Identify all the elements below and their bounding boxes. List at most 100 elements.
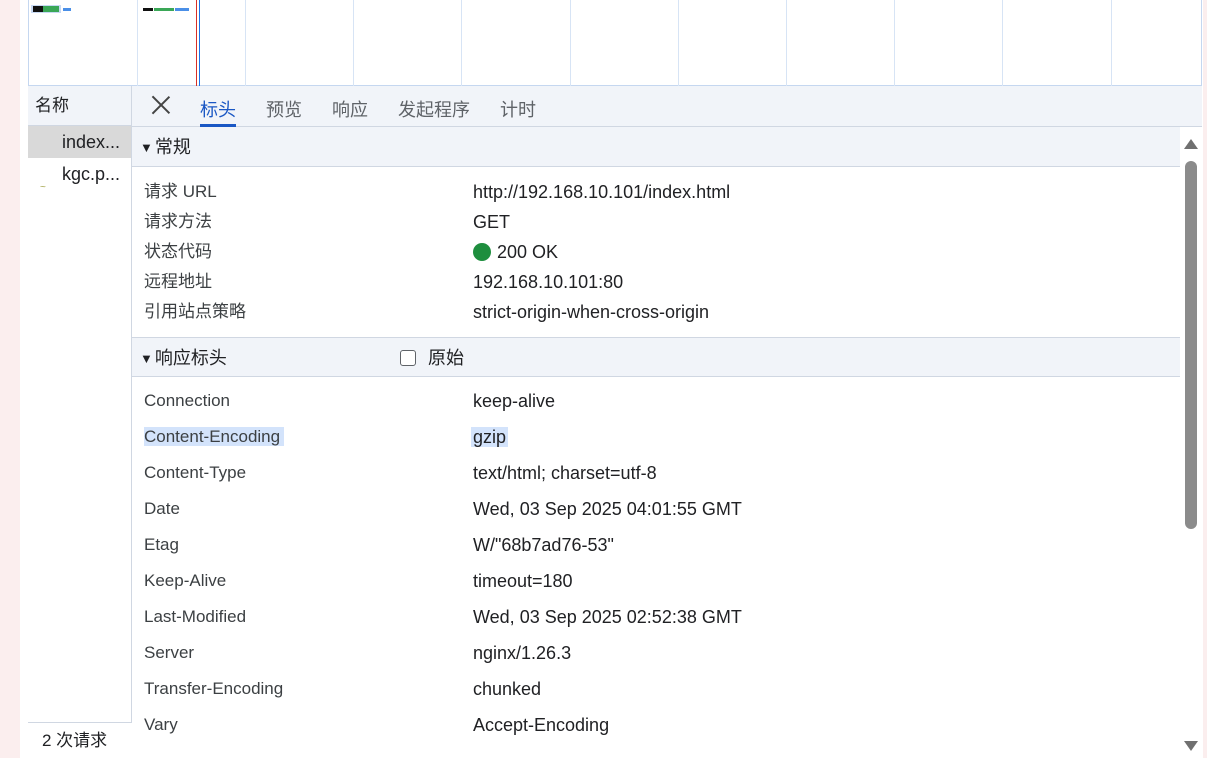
header-key: Vary [144,715,178,734]
header-key: 请求 URL [144,182,217,201]
raw-checkbox[interactable] [400,350,416,366]
timeline-gridline [894,0,895,86]
request-bar-tail [175,8,189,11]
general-section-header[interactable]: ▼ 常规 [132,127,1180,167]
general-row: 请求 URL http://192.168.10.101/index.html [132,177,1180,207]
header-value: http://192.168.10.101/index.html [473,182,731,202]
response-header-row: Connection keep-alive [132,383,1180,419]
header-value: timeout=180 [473,571,573,591]
arrow-up-icon[interactable] [1184,139,1198,149]
highlighted-key: Content-Encoding [144,427,285,446]
timeline-gridline [353,0,354,86]
window-edge-left [0,0,20,758]
response-header-row: Date Wed, 03 Sep 2025 04:01:55 GMT [132,491,1180,527]
response-header-row: Transfer-Encoding chunked [132,671,1180,707]
header-key: Content-Type [144,463,247,482]
network-overview-timeline[interactable] [28,0,1202,86]
triangle-down-icon: ▼ [140,140,153,155]
request-name: kgc.p... [62,164,121,184]
header-key: Last-Modified [144,607,247,626]
header-key: 状态代码 [144,242,212,261]
load-event-marker [196,0,197,86]
header-key: Server [144,643,195,662]
timeline-gridline [137,0,138,86]
header-value: strict-origin-when-cross-origin [473,302,710,322]
triangle-down-icon: ▼ [140,351,153,366]
timeline-gridline [570,0,571,86]
timeline-gridline [461,0,462,86]
response-header-row: Content-Type text/html; charset=utf-8 [132,455,1180,491]
general-rows: 请求 URL http://192.168.10.101/index.html … [132,167,1180,337]
general-row: 引用站点策略 strict-origin-when-cross-origin [132,297,1180,327]
header-key: 引用站点策略 [144,302,246,321]
raw-toggle[interactable]: 原始 [400,338,464,378]
header-value: 192.168.10.101:80 [473,272,624,292]
header-key: Keep-Alive [144,571,227,590]
response-header-row: Last-Modified Wed, 03 Sep 2025 02:52:38 … [132,599,1180,635]
timeline-gridline [1111,0,1112,86]
timeline-gridline [1002,0,1003,86]
header-key: 请求方法 [144,212,212,231]
response-header-row: Content-Encoding gzip [132,419,1180,455]
section-title: 常规 [154,137,191,157]
request-count-status: 2 次请求 [28,722,132,758]
header-value: nginx/1.26.3 [473,643,572,663]
request-item-index[interactable]: index... [28,126,131,158]
header-key: Etag [144,535,179,554]
raw-label: 原始 [428,348,464,368]
status-ok-icon [473,243,491,261]
domcontentloaded-marker [199,0,200,86]
scrollbar-thumb[interactable] [1185,161,1197,529]
tab-initiator[interactable]: 发起程序 [398,86,470,127]
headers-content: ▼ 常规 请求 URL http://192.168.10.101/index.h… [132,127,1180,758]
vertical-scrollbar[interactable] [1180,127,1202,758]
request-bar-tail [63,8,71,11]
close-icon[interactable] [148,92,174,118]
request-bar-waiting [33,6,43,12]
header-key: Transfer-Encoding [144,679,284,698]
response-header-row: Etag W/"68b7ad76-53" [132,527,1180,563]
general-row: 远程地址 192.168.10.101:80 [132,267,1180,297]
header-value: W/"68b7ad76-53" [473,535,614,555]
header-value: 200 OK [473,237,558,267]
response-header-row: Server nginx/1.26.3 [132,635,1180,671]
timeline-gridline [245,0,246,86]
header-value: Accept-Encoding [473,715,610,735]
header-value: Wed, 03 Sep 2025 02:52:38 GMT [473,607,742,627]
request-detail-panel: 标头 预览 响应 发起程序 计时 ▼ 常规 请求 URL http://192.1… [132,86,1202,758]
tab-preview[interactable]: 预览 [266,86,302,127]
header-key: 远程地址 [144,272,212,291]
response-header-row: Vary Accept-Encoding [132,707,1180,743]
general-row: 请求方法 GET [132,207,1180,237]
request-list: 名称 index... ~ kgc.p... 2 次请求 [28,86,132,758]
image-file-icon: ~ [40,182,46,190]
tab-headers[interactable]: 标头 [200,86,236,127]
header-key: Content-Encoding [144,419,285,455]
request-bar-download [154,8,174,11]
header-value: gzip [471,419,509,455]
timeline-gridline [678,0,679,86]
section-title: 响应标头 [154,348,227,368]
response-header-rows: Connection keep-alive Content-Encoding g… [132,377,1180,743]
request-item-kgc[interactable]: ~ kgc.p... [28,158,131,190]
request-bar-download [43,6,59,12]
highlighted-value: gzip [471,427,509,447]
request-bar-waiting [143,8,153,11]
header-value: Wed, 03 Sep 2025 04:01:55 GMT [473,499,742,519]
status-text: 200 OK [497,242,559,262]
header-value: keep-alive [473,391,556,411]
tab-timing[interactable]: 计时 [500,86,536,127]
arrow-down-icon[interactable] [1184,741,1198,751]
name-column-header[interactable]: 名称 [28,86,131,126]
header-value: chunked [473,679,542,699]
header-value: GET [473,212,511,232]
header-key: Date [144,499,180,518]
request-name: index... [62,132,121,152]
response-header-row: Keep-Alive timeout=180 [132,563,1180,599]
general-row: 状态代码 200 OK [132,237,1180,267]
timeline-gridline [786,0,787,86]
response-headers-section-header[interactable]: ▼ 响应标头 原始 [132,337,1180,377]
header-value: text/html; charset=utf-8 [473,463,657,483]
detail-tabbar: 标头 预览 响应 发起程序 计时 [132,86,1202,127]
tab-response[interactable]: 响应 [332,86,368,127]
